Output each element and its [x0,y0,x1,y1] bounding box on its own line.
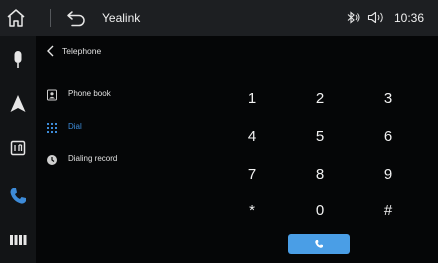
navigation-icon[interactable] [6,92,30,116]
menu-item-label: Dialing record [68,154,118,163]
key-3[interactable]: 3 [354,80,422,116]
app-title: Yealink [102,11,141,25]
menu-item-label: Phone book [68,89,111,98]
key-5[interactable]: 5 [286,118,354,154]
call-button[interactable] [288,234,350,254]
contacts-icon [47,89,57,101]
status-bar: Yealink 10:36 [0,0,438,36]
key-7[interactable]: 7 [218,156,286,192]
bluetooth-icon [347,11,360,24]
key-8[interactable]: 8 [286,156,354,192]
key-4[interactable]: 4 [218,118,286,154]
phone-icon[interactable] [6,184,30,208]
phone-call-icon [315,240,323,248]
key-6[interactable]: 6 [354,118,422,154]
back-arrow-icon[interactable] [64,8,88,28]
page-title: Telephone [62,46,102,56]
sidebar [0,36,36,263]
menu-item-dial[interactable]: Dial [44,119,194,139]
key-2[interactable]: 2 [286,80,354,116]
media-icon[interactable] [6,136,30,160]
volume-icon[interactable] [367,11,385,24]
chevron-left-icon[interactable] [44,44,58,58]
keypad-icon [47,123,57,133]
key-1[interactable]: 1 [218,80,286,116]
clock-icon [47,155,57,165]
app-grid-icon[interactable] [6,228,30,252]
home-icon[interactable] [4,7,28,29]
menu-item-label: Dial [68,122,82,131]
menu-item-phone-book[interactable]: Phone book [44,86,194,106]
key-9[interactable]: 9 [354,156,422,192]
microphone-icon[interactable] [6,48,30,72]
key-hash[interactable]: # [354,192,422,228]
clock: 10:36 [394,11,425,25]
key-star[interactable]: * [218,192,286,228]
key-0[interactable]: 0 [286,192,354,228]
menu-item-dialing-record[interactable]: Dialing record [44,151,194,171]
divider [50,9,51,27]
